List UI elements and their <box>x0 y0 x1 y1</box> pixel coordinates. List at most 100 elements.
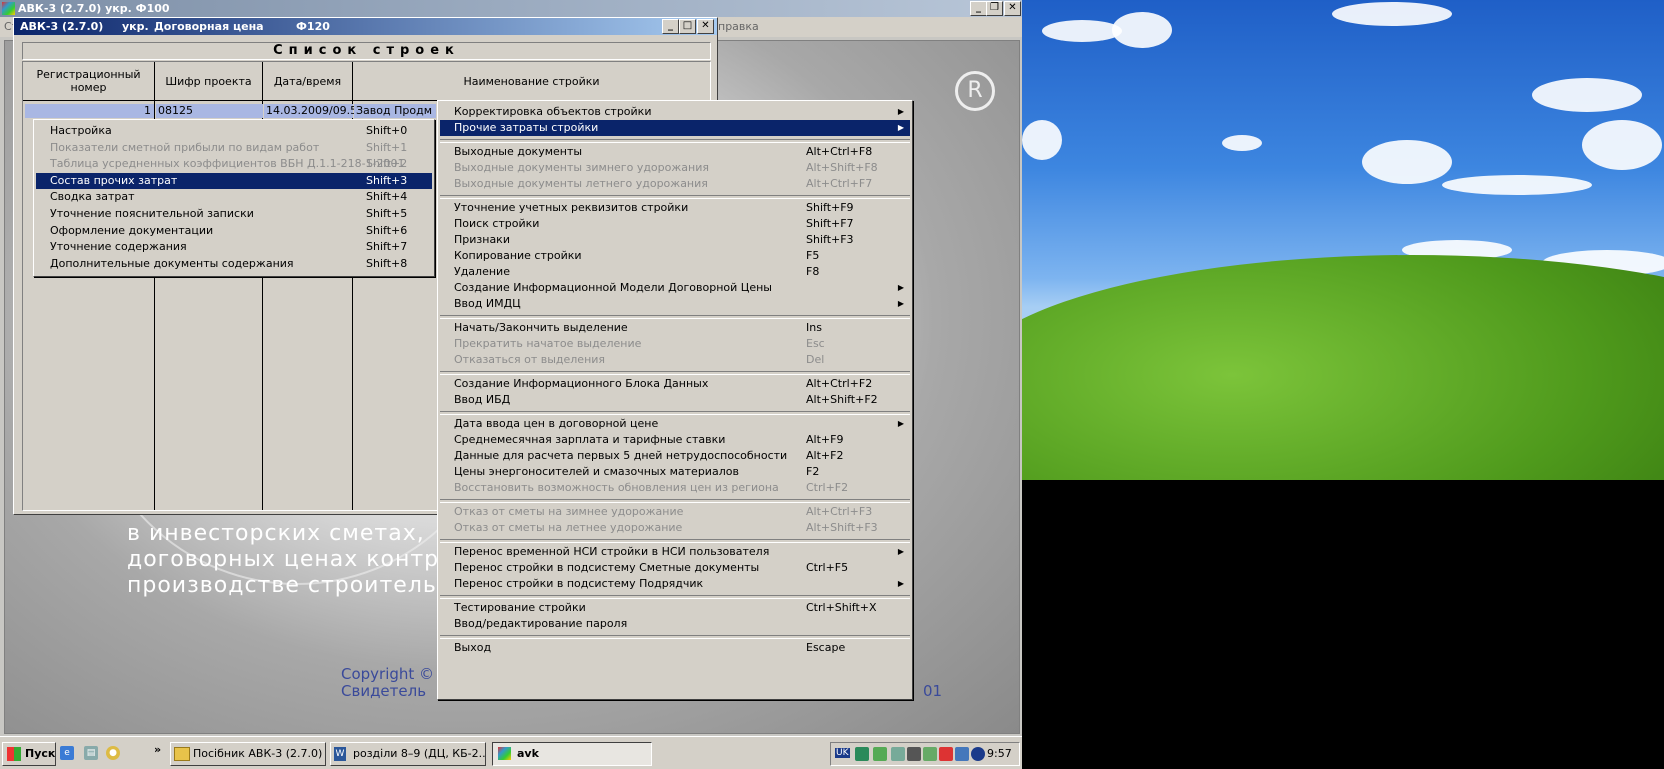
tray-icon-monitor[interactable] <box>891 747 905 761</box>
context-menu-item[interactable]: Удаление F8 <box>440 264 910 280</box>
dialog-minimize-button[interactable]: _ <box>662 19 679 34</box>
clock: 9:57 <box>987 747 1012 760</box>
context-menu-item: Выходные документы зимнего удорожания Alt… <box>440 160 910 176</box>
column-header-regnum[interactable]: Регистрационный номер <box>23 62 154 101</box>
context-menu-item[interactable]: Тестирование стройки Ctrl+Shift+X <box>440 600 910 616</box>
menu-item-shortcut: Alt+Shift+F8 <box>806 161 878 174</box>
context-menu-item[interactable]: Перенос стройки в подсистему Подрядчик ▶ <box>440 576 910 592</box>
menu-item-shortcut: Shift+F9 <box>806 201 854 214</box>
context-menu-item[interactable]: Среднемесячная зарплата и тарифные ставк… <box>440 432 910 448</box>
context-menu-item[interactable]: Данные для расчета первых 5 дней нетрудо… <box>440 448 910 464</box>
menu-item-label: Корректировка объектов стройки <box>454 105 652 118</box>
context-menu-item[interactable]: Ввод ИМДЦ ▶ <box>440 296 910 312</box>
submenu-other-costs: Настройка Shift+0 Показатели сметной прибы… <box>33 119 435 277</box>
year-text: 01 <box>923 682 943 700</box>
context-menu-item[interactable]: Перенос временной НСИ стройки в НСИ поль… <box>440 544 910 560</box>
context-menu-item[interactable]: Создание Информационного Блока Данных Alt… <box>440 376 910 392</box>
context-menu-item[interactable]: Начать/Закончить выделение Ins <box>440 320 910 336</box>
context-menu-item[interactable]: Создание Информационной Модели Договорно… <box>440 280 910 296</box>
menu-item-label: Копирование стройки <box>454 249 582 262</box>
menu-item-label: Перенос временной НСИ стройки в НСИ поль… <box>454 545 770 558</box>
submenu-item[interactable]: Дополнительные документы содержания Shift… <box>36 256 432 272</box>
menu-item-label: Сводка затрат <box>50 190 135 204</box>
submenu-item[interactable]: Уточнение пояснительной записки Shift+5 <box>36 206 432 222</box>
context-menu-item[interactable]: Поиск стройки Shift+F7 <box>440 216 910 232</box>
submenu-item[interactable]: Состав прочих затрат Shift+3 <box>36 172 432 189</box>
tray-icon-volume[interactable] <box>923 747 937 761</box>
column-header-date[interactable]: Дата/время <box>263 62 352 101</box>
main-title-bar: АВК-3 (2.7.0) укр. Ф100 _ ❐ ✕ <box>0 0 1022 17</box>
ie-icon[interactable]: e <box>60 746 74 760</box>
tray-icon-antivirus[interactable] <box>873 747 887 761</box>
menu-item-label: Выходные документы летнего удорожания <box>454 177 708 190</box>
dialog-maximize-button[interactable]: □ <box>679 19 696 34</box>
submenu-item[interactable]: Оформление документации Shift+6 <box>36 223 432 239</box>
menu-item-help[interactable]: правка <box>718 20 759 33</box>
row-date[interactable]: 14.03.2009/09.56 <box>264 104 364 118</box>
menu-item-shortcut: Esc <box>806 337 825 350</box>
context-menu-item[interactable]: Выходные документы Alt+Ctrl+F8 <box>440 144 910 160</box>
dialog-title-lang: укр. <box>122 20 149 33</box>
start-button[interactable]: Пуск <box>2 742 56 766</box>
row-name[interactable]: Завод Продм <box>354 104 436 118</box>
quicklaunch-chevron[interactable]: » <box>154 743 161 756</box>
context-menu-item[interactable]: Прочие затраты стройки ▶ <box>440 120 910 136</box>
menu-item-label: Настройка <box>50 124 112 137</box>
tray-icon-cloud[interactable] <box>955 747 969 761</box>
context-menu-item[interactable]: Копирование стройки F5 <box>440 248 910 264</box>
dialog-title-form: Ф120 <box>296 20 330 33</box>
column-header-name[interactable]: Наименование стройки <box>353 62 710 101</box>
context-menu-item[interactable]: Корректировка объектов стройки ▶ <box>440 104 910 120</box>
copyright-text: Copyright © <box>341 665 435 683</box>
restore-button[interactable]: ❐ <box>986 1 1003 16</box>
menu-item-shortcut: Shift+3 <box>366 173 408 187</box>
context-menu: Корректировка объектов стройки ▶ Прочие за… <box>437 100 913 700</box>
menu-separator <box>440 139 910 143</box>
taskbar-button-posibnyk[interactable]: Посібник АВК-3 (2.7.0) <box>170 742 326 766</box>
context-menu-item[interactable]: Ввод/редактирование пароля <box>440 616 910 632</box>
tray-icon-network[interactable] <box>855 747 869 761</box>
dialog-close-button[interactable]: ✕ <box>697 19 714 34</box>
menu-separator <box>440 195 910 199</box>
menu-item-shortcut: Shift+0 <box>366 124 408 137</box>
splash-line-2: договорных ценах контра <box>127 547 454 572</box>
context-menu-item: Прекратить начатое выделение Esc <box>440 336 910 352</box>
submenu-arrow-icon: ▶ <box>897 579 904 588</box>
tray-icon-shield[interactable] <box>907 747 921 761</box>
context-menu-item[interactable]: Уточнение учетных реквизитов стройки Shif… <box>440 200 910 216</box>
minimize-button[interactable]: _ <box>970 1 987 16</box>
submenu-item[interactable]: Уточнение содержания Shift+7 <box>36 239 432 255</box>
menu-item-shortcut: Shift+8 <box>366 256 408 270</box>
menu-item-shortcut: Alt+F9 <box>806 433 844 446</box>
taskbar-button-rozdily[interactable]: W розділи 8–9 (ДЦ, КБ-2... <box>330 742 486 766</box>
menu-item-label: Выходные документы <box>454 145 583 158</box>
row-regnum[interactable]: 1 <box>25 104 154 118</box>
context-menu-item[interactable]: Дата ввода цен в договорной цене ▶ <box>440 416 910 432</box>
tray-icon-flash[interactable] <box>939 747 953 761</box>
menu-item-shortcut: Shift+4 <box>366 190 408 204</box>
document-icon[interactable]: ▤ <box>84 746 98 760</box>
context-menu-item[interactable]: Признаки Shift+F3 <box>440 232 910 248</box>
menu-item-label: Создание Информационной Модели Договорно… <box>454 281 772 294</box>
context-menu-item[interactable]: Перенос стройки в подсистему Сметные док… <box>440 560 910 576</box>
submenu-item[interactable]: Сводка затрат Shift+4 <box>36 189 432 205</box>
tray-icon-agent[interactable] <box>971 747 985 761</box>
close-button[interactable]: ✕ <box>1004 1 1021 16</box>
taskbar-button-avk[interactable]: avk <box>492 742 652 766</box>
context-menu-item[interactable]: Выход Escape <box>440 640 910 656</box>
submenu-item[interactable]: Настройка Shift+0 <box>36 123 432 139</box>
menu-item-label: Данные для расчета первых 5 дней нетрудо… <box>454 449 788 462</box>
context-menu-item: Отказ от сметы на летнее удорожание Alt+S… <box>440 520 910 536</box>
taskbar-button-label: розділи 8–9 (ДЦ, КБ-2... <box>353 747 486 760</box>
system-tray: 9:57 <box>830 742 1020 766</box>
chrome-icon[interactable]: ● <box>106 746 120 760</box>
context-menu-item[interactable]: Ввод ИБД Alt+Shift+F2 <box>440 392 910 408</box>
row-code[interactable]: 08125 <box>156 104 263 118</box>
menu-item-shortcut: F8 <box>806 265 820 278</box>
context-menu-item[interactable]: Цены энергоносителей и смазочных материа… <box>440 464 910 480</box>
app-icon <box>2 2 15 15</box>
menu-item-shortcut: Shift+5 <box>366 207 408 220</box>
menu-item-label: Дата ввода цен в договорной цене <box>454 417 659 430</box>
menu-item-shortcut: Shift+2 <box>366 157 408 171</box>
column-header-code[interactable]: Шифр проекта <box>155 62 262 101</box>
